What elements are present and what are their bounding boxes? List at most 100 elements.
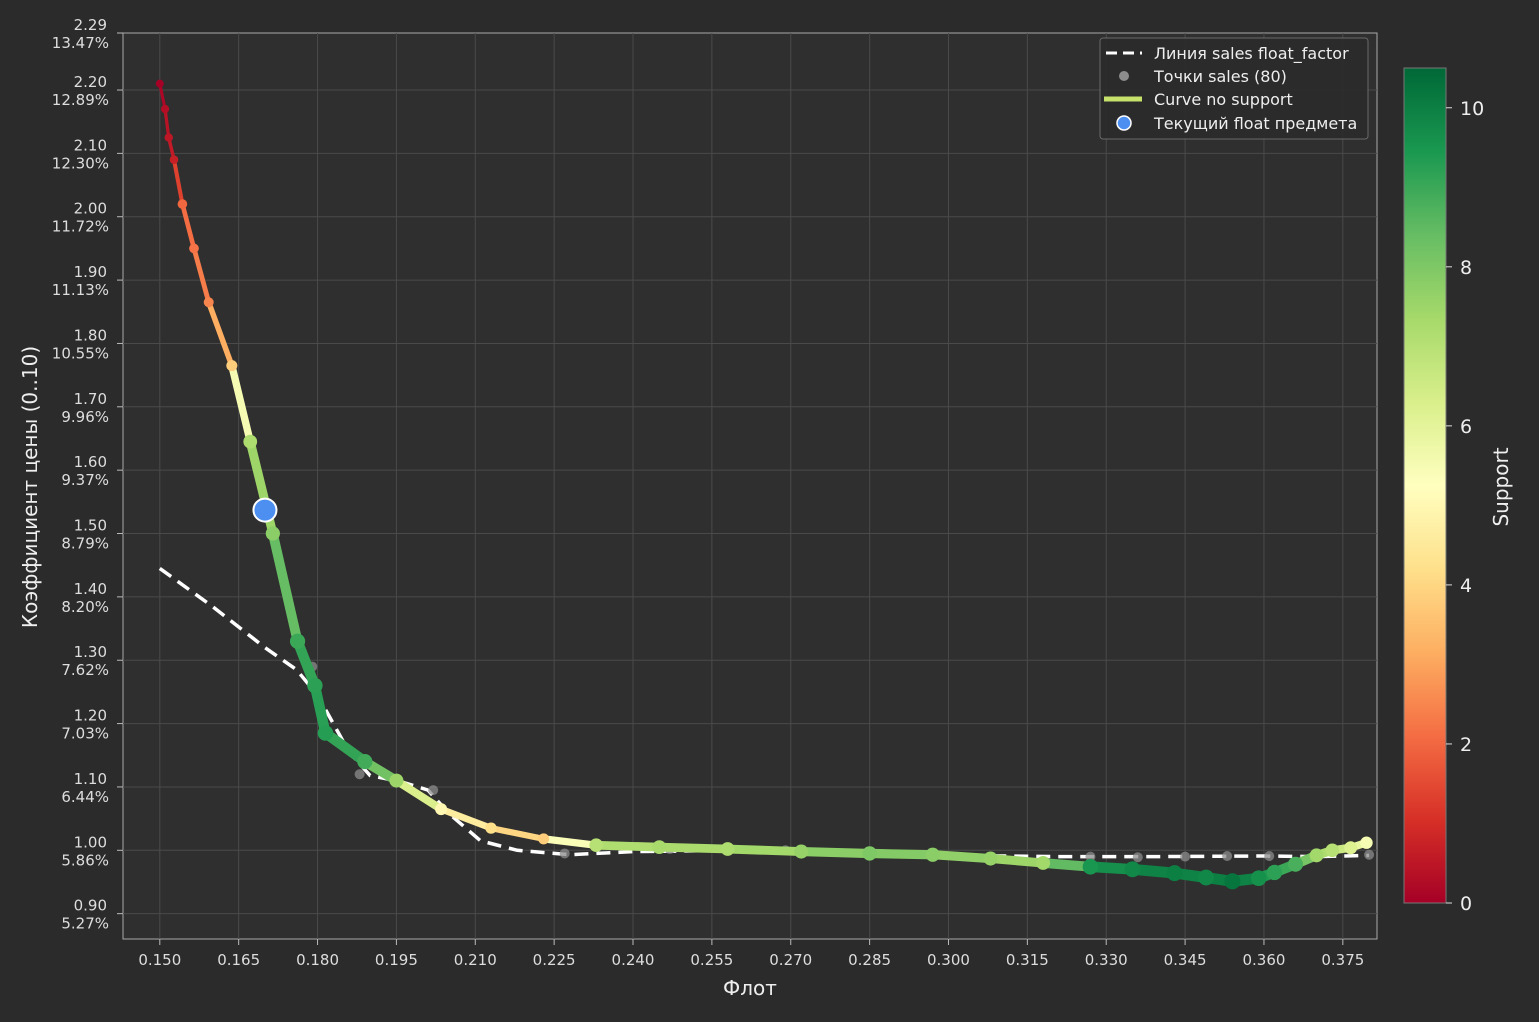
x-tick-label: 0.165 <box>217 951 260 969</box>
y-tick-percent: 7.62% <box>61 661 109 679</box>
x-tick-label: 0.270 <box>769 951 812 969</box>
colorbar-tick-label: 4 <box>1460 575 1472 597</box>
legend-label-sales-line: Линия sales float_factor <box>1154 44 1349 64</box>
curve-point <box>164 133 173 142</box>
curve-point <box>862 846 877 861</box>
curve-point <box>177 199 188 209</box>
chart: 0.150 0.165 0.180 0.195 0.210 0.225 0.240 0.255… <box>18 16 1513 1000</box>
curve-point <box>1325 843 1340 858</box>
y-axis-label: Коэффициент цены (0..10) <box>18 346 42 628</box>
colorbar-tick-label: 0 <box>1460 893 1472 915</box>
y-tick-percent: 9.96% <box>61 408 109 426</box>
curve-point <box>435 803 448 816</box>
curve-point <box>189 243 199 254</box>
x-tick-label: 0.360 <box>1242 951 1285 969</box>
curve-point <box>1198 869 1215 886</box>
y-tick-label: 1.60 <box>74 453 107 471</box>
y-tick-percent: 8.79% <box>61 535 109 553</box>
current-item-marker <box>252 497 278 523</box>
curve-point <box>265 526 280 541</box>
y-tick-percent: 9.37% <box>61 471 109 489</box>
curve-point <box>1082 858 1099 875</box>
curve-point <box>1360 836 1373 849</box>
curve-point <box>1344 841 1358 855</box>
y-tick-label: 1.00 <box>74 833 107 851</box>
colorbar-tick-label: 8 <box>1460 257 1472 279</box>
curve-point <box>160 104 170 114</box>
colorbar-ticks: 0 2 4 6 8 10 <box>1446 98 1484 915</box>
x-tick-label: 0.300 <box>927 951 970 969</box>
curve-point <box>589 838 604 853</box>
x-tick-label: 0.150 <box>138 951 181 969</box>
curve-segment <box>928 850 996 864</box>
x-tick-label: 0.225 <box>533 951 576 969</box>
curve-point <box>1224 873 1241 890</box>
curve-point <box>485 822 497 834</box>
sales-point <box>1180 851 1191 862</box>
curve-point <box>317 725 334 741</box>
current-item-marker-group <box>252 497 278 523</box>
colorbar-gradient <box>1403 67 1447 904</box>
colorbar-label: Support <box>1489 447 1513 526</box>
y-tick-percent: 13.47% <box>52 34 109 52</box>
curve-point <box>794 844 809 859</box>
curve-point <box>307 677 323 694</box>
y-tick-percent: 10.55% <box>52 344 109 362</box>
sales-point <box>354 769 365 780</box>
curve-point <box>983 851 998 866</box>
y-tick-percent: 8.20% <box>61 598 109 616</box>
y-tick-label: 1.20 <box>74 707 107 725</box>
curve-point <box>155 79 164 88</box>
curve-point <box>389 773 404 788</box>
y-tick-percent: 11.13% <box>52 281 109 299</box>
curve-point <box>538 833 550 845</box>
sales-point <box>1222 851 1233 862</box>
y-tick-label: 1.40 <box>74 580 107 598</box>
curve-point <box>203 297 214 308</box>
y-tick-percent: 6.44% <box>61 788 109 806</box>
curve-point <box>289 633 306 649</box>
legend-swatch-sales-points <box>1119 71 1129 81</box>
curve-segment <box>864 848 938 860</box>
y-tick-label: 1.80 <box>74 326 107 344</box>
colorbar-tick-label: 10 <box>1460 98 1484 120</box>
y-tick-percent: 12.89% <box>52 91 109 109</box>
legend-label-current-item: Текущий float предмета <box>1153 114 1357 133</box>
curve-segment <box>591 840 664 852</box>
curve-point <box>1036 856 1051 870</box>
y-tick-label: 2.20 <box>74 73 107 91</box>
x-tick-label: 0.240 <box>612 951 655 969</box>
x-tick-label: 0.330 <box>1085 951 1128 969</box>
curve-segment <box>654 842 733 854</box>
sales-point <box>559 848 570 859</box>
curve-segment <box>796 846 875 859</box>
colorbar-tick-label: 2 <box>1460 734 1472 756</box>
curve-segment <box>723 844 806 857</box>
y-tick-label: 1.90 <box>74 263 107 281</box>
curve-point <box>1250 870 1267 887</box>
x-tick-label: 0.375 <box>1321 951 1364 969</box>
y-tick-label: 2.29 <box>74 16 107 34</box>
y-tick-label: 1.10 <box>74 770 107 788</box>
y-tick-label: 2.10 <box>74 136 107 154</box>
curve-point <box>243 434 258 449</box>
curve-segment <box>986 854 1048 868</box>
curve-point <box>1287 856 1304 872</box>
x-tick-label: 0.195 <box>375 951 418 969</box>
x-tick-label: 0.345 <box>1164 951 1207 969</box>
curve-point <box>169 155 179 164</box>
colorbar: 0 2 4 6 8 10 Support <box>1403 67 1513 915</box>
curve-point <box>226 360 238 372</box>
sales-point <box>1264 851 1275 862</box>
y-tick-percent: 11.72% <box>52 218 109 236</box>
sales-point <box>1364 849 1375 860</box>
curve-point <box>357 754 373 770</box>
x-axis-label: Флот <box>723 976 777 1000</box>
y-tick-label: 2.00 <box>74 200 107 218</box>
x-tick-label: 0.255 <box>690 951 733 969</box>
y-tick-percent: 5.86% <box>61 851 109 869</box>
y-tick-label: 1.70 <box>74 390 107 408</box>
y-axis: 2.2913.47% 2.2012.89% 2.1012.30% 2.0011.72%… <box>52 16 123 933</box>
legend-label-sales-points: Точки sales (80) <box>1153 67 1287 86</box>
y-tick-percent: 5.27% <box>61 915 109 933</box>
